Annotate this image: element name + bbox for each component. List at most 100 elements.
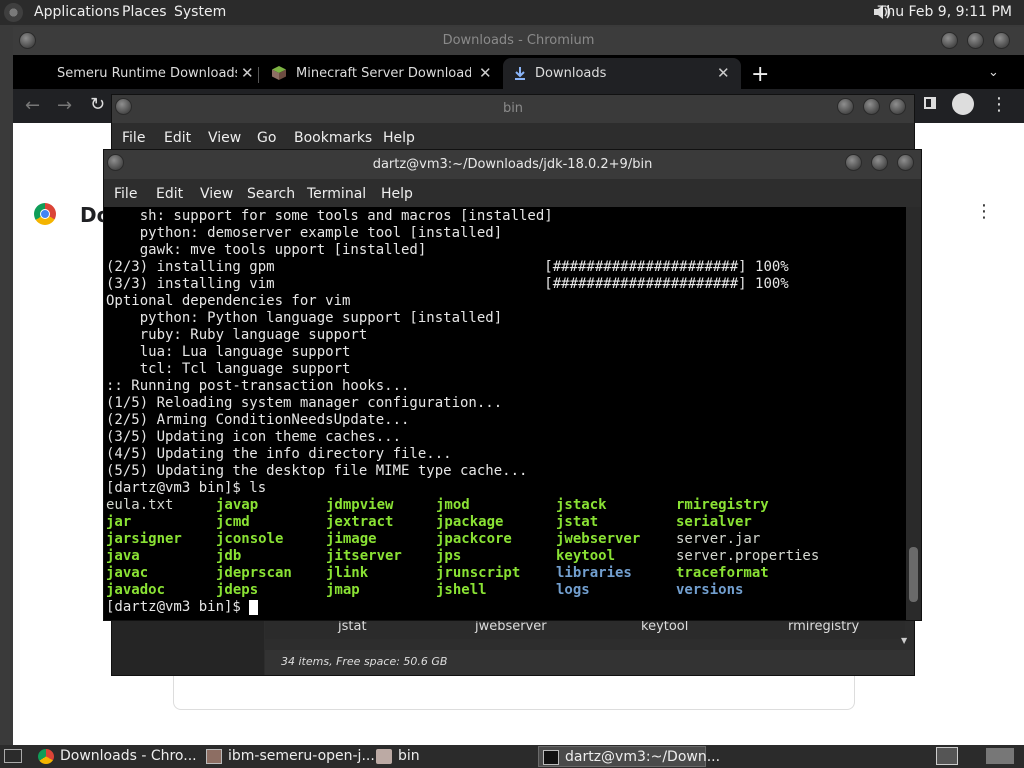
- ls-entry: libraries: [556, 565, 632, 581]
- tab-close-icon[interactable]: ✕: [479, 64, 492, 82]
- browser-menu-icon[interactable]: ⋮: [990, 94, 1008, 115]
- terminal-titlebar[interactable]: dartz@vm3:~/Downloads/jdk-18.0.2+9/bin: [104, 150, 921, 179]
- menu-view[interactable]: View: [200, 186, 233, 202]
- reload-icon[interactable]: ↻: [90, 94, 105, 115]
- task-label: dartz@vm3:~/Down...: [565, 749, 721, 765]
- menu-bookmarks[interactable]: Bookmarks: [294, 130, 372, 146]
- terminal-prompt: [dartz@vm3 bin]$: [106, 599, 250, 615]
- task-archive[interactable]: ibm-semeru-open-j...: [202, 746, 375, 767]
- close-button[interactable]: [897, 154, 914, 171]
- menu-search[interactable]: Search: [247, 186, 295, 202]
- task-chromium[interactable]: Downloads - Chro...: [34, 746, 204, 767]
- terminal-line: python: Python language support [install…: [106, 310, 503, 326]
- ls-entry: rmiregistry: [676, 497, 769, 513]
- applications-menu[interactable]: Applications: [34, 4, 120, 20]
- system-menu[interactable]: System: [174, 4, 226, 20]
- scrollbar-thumb[interactable]: [909, 547, 918, 602]
- file-item[interactable]: keytool: [641, 619, 688, 634]
- file-manager-titlebar[interactable]: bin: [112, 95, 914, 123]
- ls-entry: jdb: [216, 548, 242, 564]
- new-tab-button[interactable]: +: [751, 62, 769, 87]
- terminal-line: gawk: mve tools upport [installed]: [106, 242, 427, 258]
- folder-icon: [376, 749, 392, 764]
- tab-downloads[interactable]: Downloads ✕: [503, 58, 741, 89]
- minecraft-block-icon: [272, 66, 286, 80]
- forward-arrow-icon[interactable]: →: [57, 95, 72, 116]
- minimize-button[interactable]: [845, 154, 862, 171]
- tab-minecraft[interactable]: Minecraft Server Download | M ✕: [263, 58, 503, 89]
- workspace-switcher-icon[interactable]: [936, 747, 958, 765]
- file-item[interactable]: jstat: [338, 619, 367, 634]
- back-arrow-icon[interactable]: ←: [25, 95, 40, 116]
- tab-close-icon[interactable]: ✕: [241, 64, 254, 82]
- task-file-manager[interactable]: bin: [372, 746, 532, 767]
- page-menu-icon[interactable]: ⋮: [975, 201, 993, 222]
- places-menu[interactable]: Places: [122, 4, 167, 20]
- menu-edit[interactable]: Edit: [164, 130, 191, 146]
- top-panel: Applications Places System Thu Feb 9, 9:…: [0, 0, 1024, 25]
- chromium-titlebar[interactable]: Downloads - Chromium: [13, 27, 1024, 55]
- trash-applet-icon[interactable]: [986, 748, 1014, 764]
- terminal-window: dartz@vm3:~/Downloads/jdk-18.0.2+9/bin F…: [103, 149, 922, 621]
- scroll-down-arrow-icon[interactable]: ▼: [901, 636, 907, 645]
- ls-entry: jdeps: [216, 582, 259, 598]
- maximize-button[interactable]: [863, 98, 880, 115]
- file-item[interactable]: jwebserver: [475, 619, 547, 634]
- bottom-taskbar: Downloads - Chro... ibm-semeru-open-j...…: [0, 745, 1024, 768]
- maximize-button[interactable]: [967, 32, 984, 49]
- ls-entry: jcmd: [216, 514, 250, 530]
- task-label: ibm-semeru-open-j...: [228, 748, 375, 764]
- ls-entry: server.properties: [676, 548, 820, 564]
- show-desktop-icon[interactable]: [4, 749, 22, 763]
- terminal-line: (5/5) Updating the desktop file MIME typ…: [106, 463, 528, 479]
- terminal-line: tcl: Tcl language support: [106, 361, 351, 377]
- distro-logo-icon[interactable]: [4, 3, 23, 22]
- ls-entry: jpackcore: [436, 531, 512, 547]
- minimize-button[interactable]: [837, 98, 854, 115]
- tab-close-icon[interactable]: ✕: [717, 64, 730, 82]
- terminal-line: lua: Lua language support: [106, 344, 351, 360]
- ls-entry: serialver: [676, 514, 752, 530]
- tab-semeru[interactable]: Semeru Runtime Downloads - ✕: [27, 58, 259, 89]
- profile-avatar-icon[interactable]: [952, 93, 974, 115]
- menu-go[interactable]: Go: [257, 130, 276, 146]
- menu-edit[interactable]: Edit: [156, 186, 183, 202]
- ls-entry: jlink: [326, 565, 369, 581]
- tab-divider: [258, 67, 259, 83]
- chromium-logo-icon: [34, 203, 56, 225]
- terminal-icon: [543, 750, 559, 765]
- menu-help[interactable]: Help: [381, 186, 413, 202]
- ls-entry: jconsole: [216, 531, 284, 547]
- menu-terminal[interactable]: Terminal: [307, 186, 366, 202]
- ls-entry: javap: [216, 497, 259, 513]
- menu-file[interactable]: File: [122, 130, 145, 146]
- chevron-down-icon[interactable]: ⌄: [988, 65, 999, 80]
- terminal-output[interactable]: sh: support for some tools and macros [i…: [104, 207, 906, 620]
- ls-entry: keytool: [556, 548, 616, 564]
- file-item[interactable]: rmiregistry: [788, 619, 859, 634]
- ls-entry: jextract: [326, 514, 394, 530]
- terminal-line: (3/5) Updating icon theme caches...: [106, 429, 402, 445]
- menu-view[interactable]: View: [208, 130, 241, 146]
- ls-entry: jdeprscan: [216, 565, 292, 581]
- terminal-line: [dartz@vm3 bin]$ ls: [106, 480, 267, 496]
- clock[interactable]: Thu Feb 9, 9:11 PM: [878, 4, 1012, 20]
- menu-help[interactable]: Help: [383, 130, 415, 146]
- minimize-button[interactable]: [941, 32, 958, 49]
- terminal-line: (4/5) Updating the info directory file..…: [106, 446, 452, 462]
- close-button[interactable]: [889, 98, 906, 115]
- terminal-line: Optional dependencies for vim: [106, 293, 351, 309]
- terminal-scrollbar[interactable]: [906, 207, 921, 620]
- terminal-menubar: File Edit View Search Terminal Help: [104, 179, 921, 207]
- maximize-button[interactable]: [871, 154, 888, 171]
- ls-entry: jpackage: [436, 514, 504, 530]
- terminal-line: sh: support for some tools and macros [i…: [106, 208, 553, 224]
- menu-file[interactable]: File: [114, 186, 137, 202]
- tab-strip: Semeru Runtime Downloads - ✕ Minecraft S…: [13, 55, 1024, 89]
- task-terminal[interactable]: dartz@vm3:~/Down...: [538, 746, 720, 767]
- side-panel-icon[interactable]: [924, 97, 936, 109]
- ls-entry: jitserver: [326, 548, 402, 564]
- ls-entry: jmap: [326, 582, 360, 598]
- file-manager-statusbar: 34 items, Free space: 50.6 GB: [265, 650, 914, 675]
- close-button[interactable]: [993, 32, 1010, 49]
